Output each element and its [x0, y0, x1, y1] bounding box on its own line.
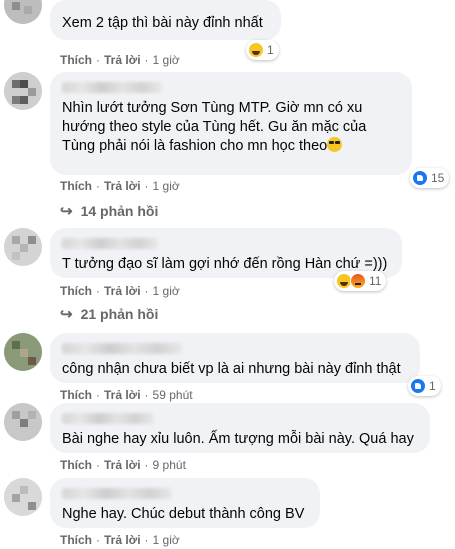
comment-actions: Thích · Trả lời · 59 phút: [60, 388, 193, 402]
avatar[interactable]: [4, 72, 42, 110]
avatar[interactable]: [4, 0, 42, 24]
like-link[interactable]: Thích: [60, 284, 92, 298]
timestamp[interactable]: 59 phút: [153, 388, 193, 402]
comment-actions: Thích · Trả lời · 1 giờ: [60, 284, 180, 298]
reaction-summary[interactable]: 11: [334, 271, 387, 291]
avatar[interactable]: [4, 333, 42, 371]
comment-text: Nhìn lướt tưởng Sơn Tùng MTP. Giờ mn có …: [62, 100, 367, 154]
comment-actions: Thích · Trả lời · 1 giờ: [60, 53, 180, 67]
timestamp[interactable]: 1 giờ: [153, 179, 180, 193]
reaction-summary[interactable]: 15: [410, 168, 450, 188]
reaction-summary[interactable]: 1: [408, 376, 441, 396]
avatar[interactable]: [4, 228, 42, 266]
author-name[interactable]: [62, 238, 158, 249]
author-name[interactable]: [62, 413, 154, 424]
reaction-count: 11: [369, 274, 382, 288]
timestamp[interactable]: 1 giờ: [153, 533, 180, 547]
like-link[interactable]: Thích: [60, 458, 92, 472]
like-link[interactable]: Thích: [60, 388, 92, 402]
angry-reaction-icon: [350, 273, 366, 289]
comment-bubble: Nghe hay. Chúc debut thành công BV: [50, 478, 320, 528]
comment-text: Xem 2 tập thì bài này đỉnh nhất: [62, 15, 263, 31]
reply-link[interactable]: Trả lời: [104, 533, 141, 547]
like-link[interactable]: Thích: [60, 179, 92, 193]
comment-actions: Thích · Trả lời · 9 phút: [60, 458, 186, 472]
comment-actions: Thích · Trả lời · 1 giờ: [60, 179, 180, 193]
reply-link[interactable]: Trả lời: [104, 458, 141, 472]
reply-link[interactable]: Trả lời: [104, 179, 141, 193]
like-link[interactable]: Thích: [60, 53, 92, 67]
comment-bubble: công nhận chưa biết vp là ai nhưng bài n…: [50, 333, 420, 383]
view-replies-link[interactable]: ↪ 14 phản hồi: [60, 202, 158, 220]
timestamp[interactable]: 1 giờ: [153, 53, 180, 67]
like-link[interactable]: Thích: [60, 533, 92, 547]
timestamp[interactable]: 1 giờ: [153, 284, 180, 298]
reply-link[interactable]: Trả lời: [104, 388, 141, 402]
author-name[interactable]: [62, 488, 172, 499]
avatar[interactable]: [4, 403, 42, 441]
reply-arrow-icon: ↪: [60, 203, 73, 220]
comment-text: Bài nghe hay xỉu luôn. Ấm tượng mỗi bài …: [62, 431, 414, 447]
view-replies-link[interactable]: ↪ 21 phản hồi: [60, 305, 158, 323]
reply-link[interactable]: Trả lời: [104, 284, 141, 298]
comment-bubble: Bài nghe hay xỉu luôn. Ấm tượng mỗi bài …: [50, 403, 430, 453]
reaction-count: 15: [431, 171, 445, 185]
reply-arrow-icon: ↪: [60, 306, 73, 323]
author-name[interactable]: [62, 343, 182, 354]
reply-link[interactable]: Trả lời: [104, 53, 141, 67]
timestamp[interactable]: 9 phút: [153, 458, 186, 472]
haha-reaction-icon: [248, 42, 264, 58]
comment-actions: Thích · Trả lời · 1 giờ: [60, 533, 180, 547]
reaction-summary[interactable]: 1: [246, 40, 279, 60]
avatar[interactable]: [4, 478, 42, 516]
sunglasses-emoji-icon: [327, 137, 343, 152]
reaction-count: 1: [267, 43, 274, 57]
comment-text: công nhận chưa biết vp là ai nhưng bài n…: [62, 361, 401, 377]
comment-text: Nghe hay. Chúc debut thành công BV: [62, 506, 305, 522]
like-reaction-icon: [410, 378, 426, 394]
author-name[interactable]: [62, 82, 162, 93]
comment-bubble: Xem 2 tập thì bài này đỉnh nhất: [50, 0, 281, 40]
reaction-count: 1: [429, 379, 436, 393]
like-reaction-icon: [412, 170, 428, 186]
comment-bubble: Nhìn lướt tưởng Sơn Tùng MTP. Giờ mn có …: [50, 72, 412, 175]
